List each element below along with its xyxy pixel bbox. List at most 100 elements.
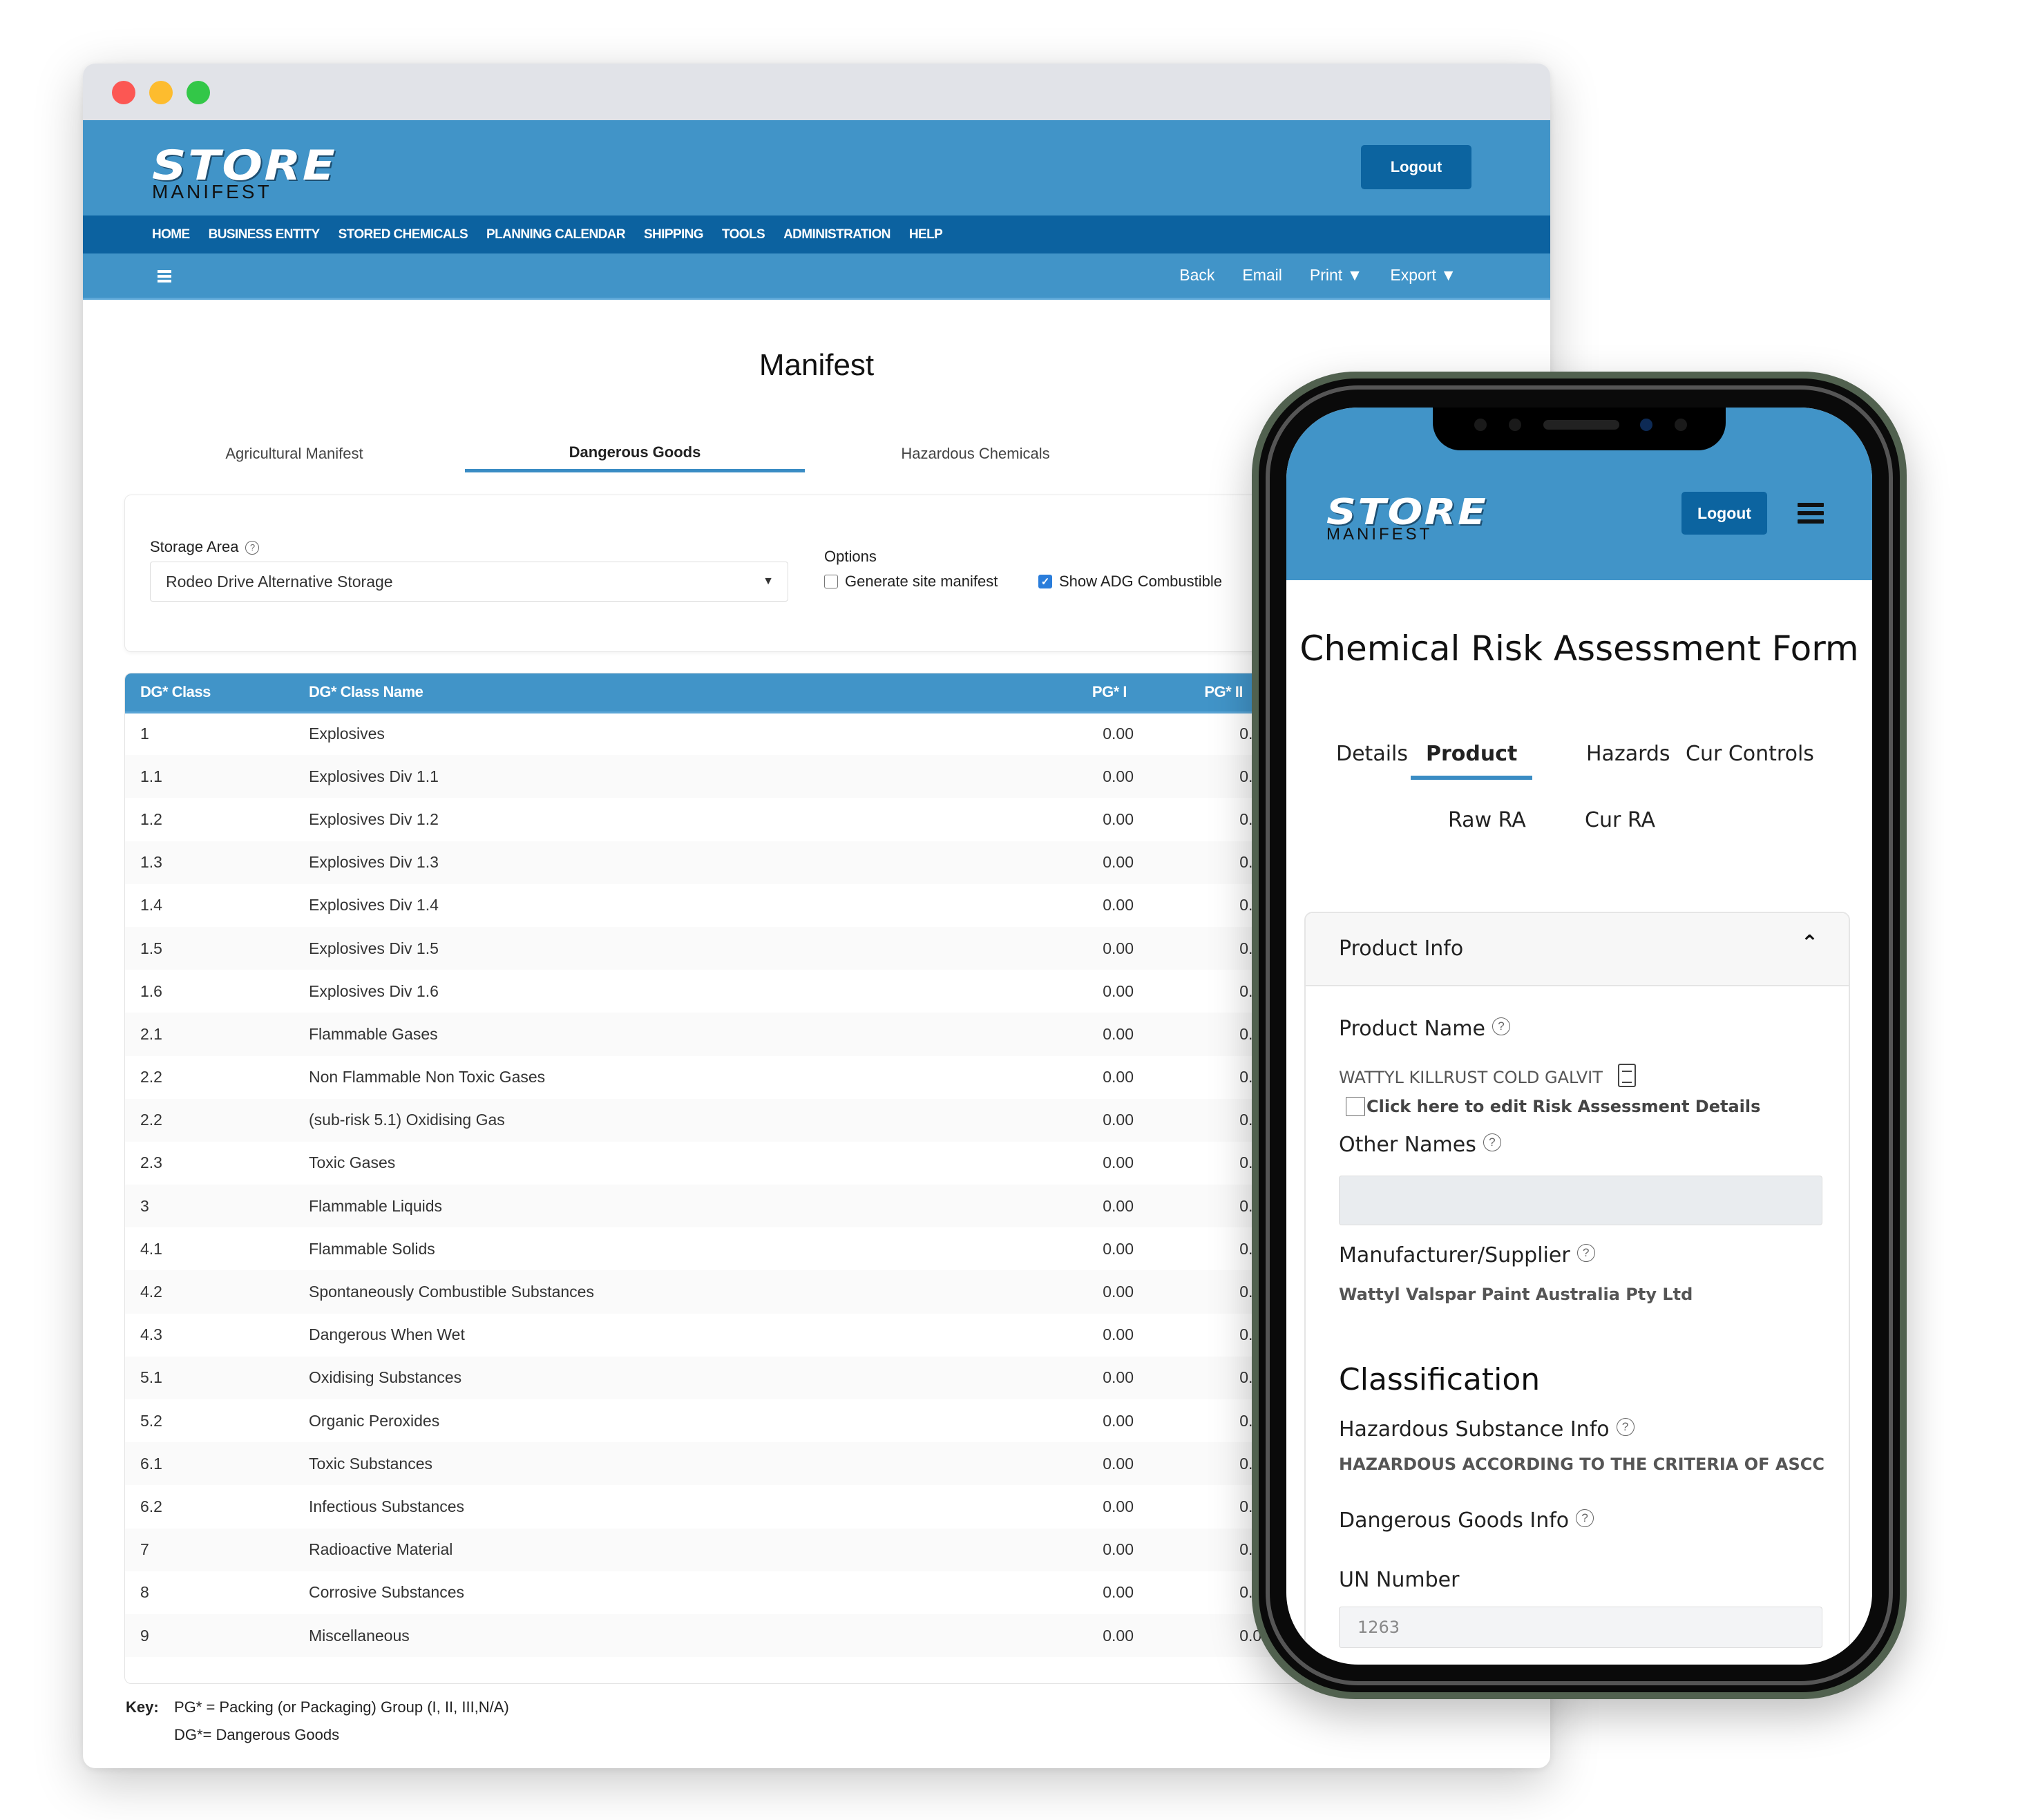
cell-pg-1: 0.00 — [1103, 1497, 1134, 1515]
help-icon[interactable]: ? — [1576, 1244, 1595, 1262]
un-number-input[interactable]: 1263 — [1339, 1607, 1822, 1648]
cell-dg-class-name: Explosives Div 1.6 — [309, 981, 439, 1000]
nav-help[interactable]: HELP — [909, 227, 943, 242]
edit-risk-assessment-option[interactable]: Click here to edit Risk Assessment Detai… — [1346, 1097, 1760, 1116]
cell-pg-1: 0.00 — [1027, 1613, 1150, 1658]
edit-risk-assessment-checkbox[interactable] — [1346, 1097, 1365, 1116]
manufacturer-value: Wattyl Valspar Paint Australia Pty Ltd — [1339, 1285, 1693, 1304]
cell-pg-1: 0.00 — [1027, 841, 1150, 884]
export-dropdown[interactable]: Export ▼ — [1390, 266, 1456, 285]
key-line-dg: DG*= Dangerous Goods — [174, 1726, 340, 1743]
generate-site-manifest-option[interactable]: Generate site manifest — [824, 573, 998, 591]
cell-dg-class-name: Explosives Div 1.4 — [309, 896, 439, 914]
logout-button[interactable]: Logout — [1361, 145, 1471, 189]
manufacturer-label: Manufacturer/Supplier? — [1339, 1243, 1595, 1267]
cell-pg-1: 0.00 — [1103, 1068, 1134, 1086]
product-name-text: WATTYL KILLRUST COLD GALVIT — [1339, 1068, 1603, 1087]
cell-pg-1: 0.00 — [1027, 1528, 1150, 1571]
document-icon[interactable] — [1617, 1064, 1636, 1087]
cell-dg-class: 5.1 — [125, 1356, 309, 1399]
form-title: Chemical Risk Assessment Form — [1299, 629, 1859, 669]
help-icon[interactable]: ? — [1616, 1418, 1635, 1436]
product-info-card: Product Info ⌃ Product Name? WATTYL KILL… — [1304, 912, 1850, 1665]
nav-home[interactable]: HOME — [152, 227, 190, 242]
show-adg-combustible-option[interactable]: ✓ Show ADG Combustible — [1038, 573, 1222, 591]
cell-pg-1: 0.00 — [1103, 810, 1134, 828]
cell-dg-class-name: Flammable Solids — [309, 1239, 435, 1258]
generate-site-manifest-label: Generate site manifest — [845, 573, 998, 590]
cell-pg-1: 0.00 — [1027, 926, 1150, 970]
tab-hazards[interactable]: Hazards — [1586, 742, 1670, 776]
menu-icon[interactable] — [158, 270, 171, 282]
cell-dg-class-name: (sub-risk 5.1) Oxidising Gas — [309, 1098, 1027, 1142]
cell-dg-class: 1.3 — [125, 841, 309, 884]
other-names-input[interactable] — [1339, 1176, 1822, 1225]
mobile-phone-frame: STORE MANIFEST Logout Chemical Risk Asse… — [1252, 372, 1907, 1699]
tab-dangerous-goods[interactable]: Dangerous Goods — [465, 430, 805, 472]
product-info-header[interactable]: Product Info ⌃ — [1306, 913, 1849, 986]
classification-heading: Classification — [1339, 1362, 1541, 1397]
back-link[interactable]: Back — [1179, 266, 1214, 285]
nav-tools[interactable]: TOOLS — [722, 227, 765, 242]
other-names-label: Other Names? — [1339, 1133, 1501, 1157]
storage-area-label: Storage Area? — [150, 538, 260, 556]
cell-dg-class: 2.2 — [125, 1098, 309, 1142]
nav-administration[interactable]: ADMINISTRATION — [783, 227, 890, 242]
minimize-window-button[interactable] — [149, 81, 173, 104]
show-adg-combustible-checkbox[interactable]: ✓ — [1038, 575, 1052, 588]
page-actions: Back Email Print ▼ Export ▼ — [1179, 266, 1456, 285]
help-icon[interactable]: ? — [1492, 1017, 1510, 1035]
cell-dg-class-name: Spontaneously Combustible Substances — [309, 1270, 1027, 1314]
generate-site-manifest-checkbox[interactable] — [824, 575, 838, 588]
tab-agricultural-manifest[interactable]: Agricultural Manifest — [124, 430, 464, 472]
cell-dg-class: 7 — [125, 1528, 309, 1571]
phone-bezel: STORE MANIFEST Logout Chemical Risk Asse… — [1259, 379, 1900, 1692]
storage-area-select[interactable]: Rodeo Drive Alternative Storage ▼ — [150, 562, 788, 602]
cell-pg-1: 0.00 — [1103, 1411, 1134, 1430]
cell-pg-1: 0.00 — [1103, 1583, 1134, 1602]
cell-dg-class: 1.4 — [140, 896, 162, 914]
tab-raw-ra[interactable]: Raw RA — [1448, 808, 1526, 842]
product-name-label: Product Name? — [1339, 1017, 1510, 1041]
cell-dg-class-name: Flammable Liquids — [309, 1185, 1027, 1228]
cell-dg-class: 8 — [140, 1583, 149, 1602]
nav-business-entity[interactable]: BUSINESS ENTITY — [209, 227, 321, 242]
help-icon[interactable]: ? — [245, 541, 260, 555]
col-dg-class[interactable]: DG* Class — [125, 673, 309, 713]
tab-details[interactable]: Details — [1336, 742, 1408, 776]
tab-product[interactable]: Product — [1411, 742, 1533, 780]
dangerous-goods-info-label-text: Dangerous Goods Info — [1339, 1508, 1570, 1533]
print-dropdown[interactable]: Print ▼ — [1310, 266, 1362, 285]
mobile-menu-icon[interactable] — [1798, 503, 1824, 524]
chevron-up-icon[interactable]: ⌃ — [1801, 931, 1818, 955]
col-pg-1[interactable]: PG* I — [1027, 673, 1150, 713]
cell-pg-1: 0.00 — [1103, 1153, 1134, 1172]
caret-down-icon: ▼ — [763, 575, 774, 587]
store-manifest-logo[interactable]: STORE MANIFEST — [152, 145, 335, 202]
col-dg-class-name[interactable]: DG* Class Name — [309, 673, 1027, 713]
mobile-logout-button[interactable]: Logout — [1681, 492, 1767, 535]
email-link[interactable]: Email — [1242, 266, 1282, 285]
nav-planning-calendar[interactable]: PLANNING CALENDAR — [486, 227, 626, 242]
tab-hazardous-chemicals[interactable]: Hazardous Chemicals — [806, 430, 1145, 472]
storage-area-label-text: Storage Area — [150, 538, 239, 555]
logo-store-text: STORE — [152, 142, 337, 190]
cell-dg-class-name: Explosives Div 1.5 — [309, 926, 1027, 970]
tab-cur-controls[interactable]: Cur Controls — [1686, 742, 1814, 776]
maximize-window-button[interactable] — [187, 81, 210, 104]
cell-pg-1: 0.00 — [1027, 1185, 1150, 1228]
cell-dg-class: 6.1 — [125, 1442, 309, 1486]
cell-dg-class-name: Explosives — [309, 725, 385, 743]
nav-shipping[interactable]: SHIPPING — [644, 227, 704, 242]
help-icon[interactable]: ? — [1576, 1509, 1594, 1527]
close-window-button[interactable] — [112, 81, 135, 104]
tab-cur-ra[interactable]: Cur RA — [1585, 808, 1655, 842]
mobile-store-manifest-logo[interactable]: STORE MANIFEST — [1326, 495, 1486, 543]
cell-dg-class: 1.2 — [140, 810, 162, 828]
cell-dg-class: 1.1 — [125, 755, 309, 798]
cell-dg-class-name: Miscellaneous — [309, 1613, 1027, 1658]
help-icon[interactable]: ? — [1483, 1133, 1501, 1151]
nav-stored-chemicals[interactable]: STORED CHEMICALS — [339, 227, 468, 242]
cell-dg-class-name: Explosives Div 1.1 — [309, 755, 1027, 798]
cell-pg-1: 0.00 — [1103, 725, 1134, 743]
